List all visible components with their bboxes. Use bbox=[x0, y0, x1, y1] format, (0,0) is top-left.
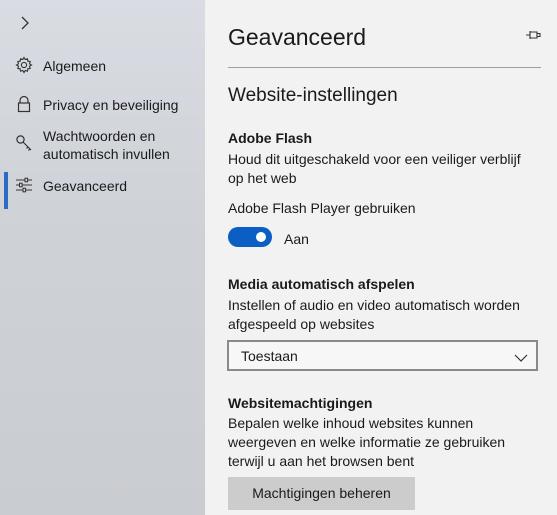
active-indicator bbox=[4, 172, 8, 209]
flash-toggle[interactable] bbox=[228, 227, 272, 247]
section-title: Website-instellingen bbox=[228, 85, 398, 106]
permissions-description: Bepalen welke inhoud websites kunnen wee… bbox=[228, 415, 506, 469]
sidebar: Algemeen Privacy en beveiliging Wachtwoo… bbox=[0, 0, 205, 515]
autoplay-select[interactable]: Toestaan bbox=[227, 340, 538, 371]
sidebar-item-privacy[interactable]: Privacy en beveiliging bbox=[0, 95, 205, 115]
manage-permissions-button[interactable]: Machtigingen beheren bbox=[228, 477, 415, 510]
sidebar-item-label: Algemeen bbox=[43, 58, 107, 74]
pin-icon[interactable] bbox=[525, 28, 541, 42]
sidebar-item-label: Privacy en beveiliging bbox=[43, 97, 179, 113]
toggle-knob bbox=[256, 232, 266, 242]
gear-icon bbox=[15, 56, 33, 74]
lock-icon bbox=[15, 95, 33, 113]
sidebar-item-label: Geavanceerd bbox=[43, 178, 128, 194]
sidebar-item-algemeen[interactable]: Algemeen bbox=[0, 56, 205, 76]
autoplay-selected-value: Toestaan bbox=[241, 348, 298, 364]
chevron-right-icon[interactable] bbox=[14, 12, 36, 34]
flash-heading: Adobe Flash bbox=[228, 130, 313, 146]
page-title: Geavanceerd bbox=[228, 24, 367, 50]
flash-description: Houd dit uitgeschakeld voor een veiliger… bbox=[228, 151, 521, 186]
media-description: Instellen of audio en video automatisch … bbox=[228, 297, 520, 332]
sliders-icon bbox=[15, 176, 33, 194]
permissions-heading: Websitemachtigingen bbox=[228, 395, 373, 411]
sidebar-item-passwords[interactable]: Wachtwoorden en automatisch invullen bbox=[0, 127, 205, 165]
sidebar-item-label: Wachtwoorden en automatisch invullen bbox=[43, 128, 170, 162]
divider bbox=[228, 67, 541, 68]
sidebar-item-geavanceerd[interactable]: Geavanceerd bbox=[0, 172, 205, 209]
flash-toggle-state: Aan bbox=[284, 231, 309, 247]
settings-panel: Geavanceerd Website-instellingen Adobe F… bbox=[205, 0, 557, 515]
flash-toggle-caption: Adobe Flash Player gebruiken bbox=[228, 200, 416, 216]
chevron-down-icon bbox=[514, 350, 528, 362]
key-icon bbox=[15, 134, 33, 152]
media-heading: Media automatisch afspelen bbox=[228, 276, 415, 292]
